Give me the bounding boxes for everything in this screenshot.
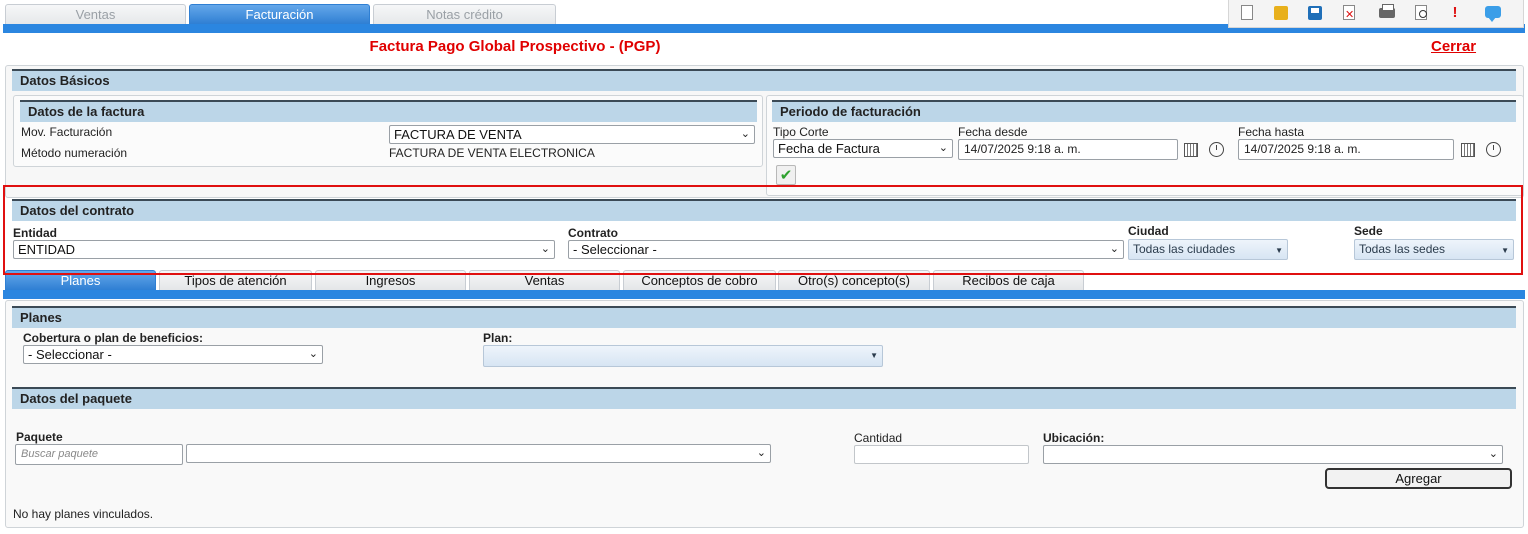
metodo-numeracion-value: FACTURA DE VENTA ELECTRONICA: [389, 146, 595, 160]
print-icon[interactable]: [1377, 3, 1397, 23]
tipo-corte-select[interactable]: Fecha de Factura ⌄: [773, 139, 953, 158]
open-folder-icon[interactable]: [1271, 3, 1291, 23]
billing-period-header: Periodo de facturación: [772, 100, 1516, 122]
fecha-desde-label: Fecha desde: [958, 125, 1028, 139]
empty-plans-message: No hay planes vinculados.: [13, 507, 154, 521]
mov-facturacion-select[interactable]: FACTURA DE VENTA ⌄: [389, 125, 755, 144]
fecha-hasta-label: Fecha hasta: [1238, 125, 1305, 139]
highlight-box: [3, 185, 1523, 275]
tab-facturacion[interactable]: Facturación: [189, 4, 370, 24]
page-title: Factura Pago Global Prospectivo - (PGP): [369, 38, 661, 55]
tipo-corte-value: Fecha de Factura: [778, 141, 880, 156]
agregar-button[interactable]: Agregar: [1325, 468, 1512, 489]
preview-icon[interactable]: [1411, 3, 1431, 23]
save-icon[interactable]: [1305, 3, 1325, 23]
package-header: Datos del paquete: [12, 387, 1516, 409]
calendar-icon[interactable]: [1461, 143, 1475, 157]
tipo-corte-label: Tipo Corte: [773, 125, 829, 139]
chevron-down-icon: ⌄: [1488, 448, 1498, 460]
chevron-down-icon: ⌄: [938, 142, 948, 154]
fecha-desde-input[interactable]: 14/07/2025 9:18 a. m.: [958, 139, 1178, 160]
invoice-data-header: Datos de la factura: [20, 100, 757, 122]
check-icon: ✔: [779, 167, 793, 184]
clock-icon[interactable]: [1486, 142, 1501, 157]
cobertura-select[interactable]: - Seleccionar - ⌄: [23, 345, 323, 364]
paquete-select[interactable]: ⌄: [186, 444, 771, 463]
new-document-icon[interactable]: [1237, 3, 1257, 23]
paquete-label: Paquete: [16, 430, 63, 444]
mov-facturacion-label: Mov. Facturación: [21, 125, 113, 139]
tab-ventas[interactable]: Ventas: [5, 4, 186, 24]
calendar-icon[interactable]: [1184, 143, 1198, 157]
tab-notas-credito[interactable]: Notas crédito: [373, 4, 556, 24]
mid-tab-bar: [3, 290, 1525, 299]
buscar-paquete-input[interactable]: Buscar paquete: [15, 444, 183, 465]
cobertura-value: - Seleccionar -: [28, 347, 112, 362]
chevron-down-icon: ⌄: [756, 447, 766, 459]
chevron-down-icon: ▼: [870, 351, 878, 360]
toolbar: !: [1228, 0, 1524, 28]
alert-icon[interactable]: !: [1445, 3, 1465, 23]
delete-document-icon[interactable]: [1339, 3, 1359, 25]
cantidad-label: Cantidad: [854, 431, 903, 445]
apply-period-button[interactable]: ✔: [776, 165, 796, 185]
basic-data-header: Datos Básicos: [12, 69, 1516, 91]
mov-facturacion-value: FACTURA DE VENTA: [394, 127, 522, 142]
cobertura-label: Cobertura o plan de beneficios:: [23, 331, 204, 345]
plans-header: Planes: [12, 306, 1516, 328]
clock-icon[interactable]: [1209, 142, 1224, 157]
ubicacion-select[interactable]: ⌄: [1043, 445, 1503, 464]
ubicacion-label: Ubicación:: [1043, 431, 1105, 445]
fecha-hasta-input[interactable]: 14/07/2025 9:18 a. m.: [1238, 139, 1454, 160]
metodo-numeracion-label: Método numeración: [21, 146, 128, 160]
plans-panel: [5, 300, 1524, 528]
chevron-down-icon: ⌄: [308, 348, 318, 360]
cantidad-input[interactable]: [854, 445, 1029, 464]
close-link[interactable]: Cerrar: [1431, 38, 1476, 55]
plan-label: Plan:: [483, 331, 513, 345]
plan-select[interactable]: ▼: [483, 345, 883, 367]
chevron-down-icon: ⌄: [740, 128, 750, 140]
chat-icon[interactable]: [1483, 3, 1503, 23]
